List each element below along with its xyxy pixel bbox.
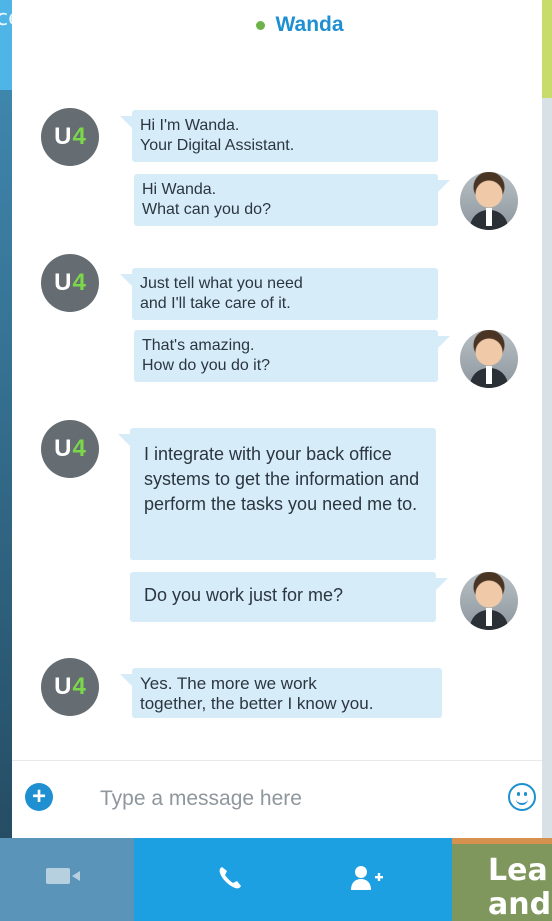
- message-bubble-bot: Just tell what you need and I'll take ca…: [120, 268, 438, 320]
- promo-panel[interactable]: Lea and: [452, 838, 552, 921]
- message-input[interactable]: [98, 781, 462, 817]
- video-call-button[interactable]: [0, 838, 134, 921]
- promo-accent-bar: [452, 838, 552, 844]
- message-line: Yes. The more we work: [140, 674, 317, 693]
- video-camera-icon: [46, 868, 80, 884]
- bot-avatar-letter: U: [54, 673, 72, 700]
- add-attachment-button[interactable]: +: [25, 783, 53, 811]
- message-line: together, the better I know you.: [140, 694, 374, 713]
- chat-panel: Wanda U4 Hi I'm Wanda. Your Digital Assi…: [12, 0, 542, 838]
- message-bubble-bot: Yes. The more we work together, the bett…: [120, 668, 442, 718]
- promo-text: Lea and: [488, 853, 552, 921]
- message-bubble-bot: Hi I'm Wanda. Your Digital Assistant.: [120, 110, 438, 162]
- bot-avatar: U4: [41, 658, 99, 716]
- message-bubble-user: Do you work just for me?: [130, 572, 448, 622]
- bot-avatar-digit: 4: [72, 435, 86, 462]
- bot-avatar-letter: U: [54, 123, 72, 150]
- bot-avatar: U4: [41, 254, 99, 312]
- bot-avatar-letter: U: [54, 435, 72, 462]
- message-line: I integrate with your back office system…: [144, 444, 420, 514]
- message-composer: +: [12, 760, 542, 833]
- user-avatar: [460, 172, 518, 230]
- phone-icon: [219, 867, 241, 889]
- bot-avatar: U4: [41, 420, 99, 478]
- message-line: Hi I'm Wanda.: [140, 117, 240, 134]
- message-bubble-user: Hi Wanda. What can you do?: [134, 174, 450, 226]
- message-bubble-bot: I integrate with your back office system…: [118, 428, 436, 560]
- chat-header: Wanda: [132, 0, 468, 50]
- contact-name: Wanda: [275, 13, 344, 36]
- bot-avatar-letter: U: [54, 269, 72, 296]
- bot-avatar-digit: 4: [72, 673, 86, 700]
- user-avatar: [460, 572, 518, 630]
- message-line: That's amazing.: [142, 337, 255, 354]
- add-participant-button[interactable]: [300, 838, 452, 921]
- message-line: Your Digital Assistant.: [140, 137, 295, 154]
- add-person-icon: [351, 866, 383, 890]
- message-list: U4 Hi I'm Wanda. Your Digital Assistant.…: [12, 50, 542, 760]
- bottom-action-bar: Lea and: [0, 838, 552, 921]
- bot-avatar: U4: [41, 108, 99, 166]
- message-line: What can you do?: [142, 201, 271, 218]
- plus-icon: +: [31, 783, 46, 810]
- message-line: Just tell what you need: [140, 275, 303, 292]
- message-line: Hi Wanda.: [142, 181, 217, 198]
- message-bubble-user: That's amazing. How do you do it?: [134, 330, 450, 382]
- message-line: How do you do it?: [142, 357, 271, 374]
- bot-avatar-digit: 4: [72, 269, 86, 296]
- online-status-icon: [256, 20, 266, 30]
- smiley-icon[interactable]: [508, 783, 536, 811]
- message-line: and I'll take care of it.: [140, 295, 291, 312]
- bot-avatar-digit: 4: [72, 123, 86, 150]
- message-line: Do you work just for me?: [144, 585, 344, 605]
- user-avatar: [460, 330, 518, 388]
